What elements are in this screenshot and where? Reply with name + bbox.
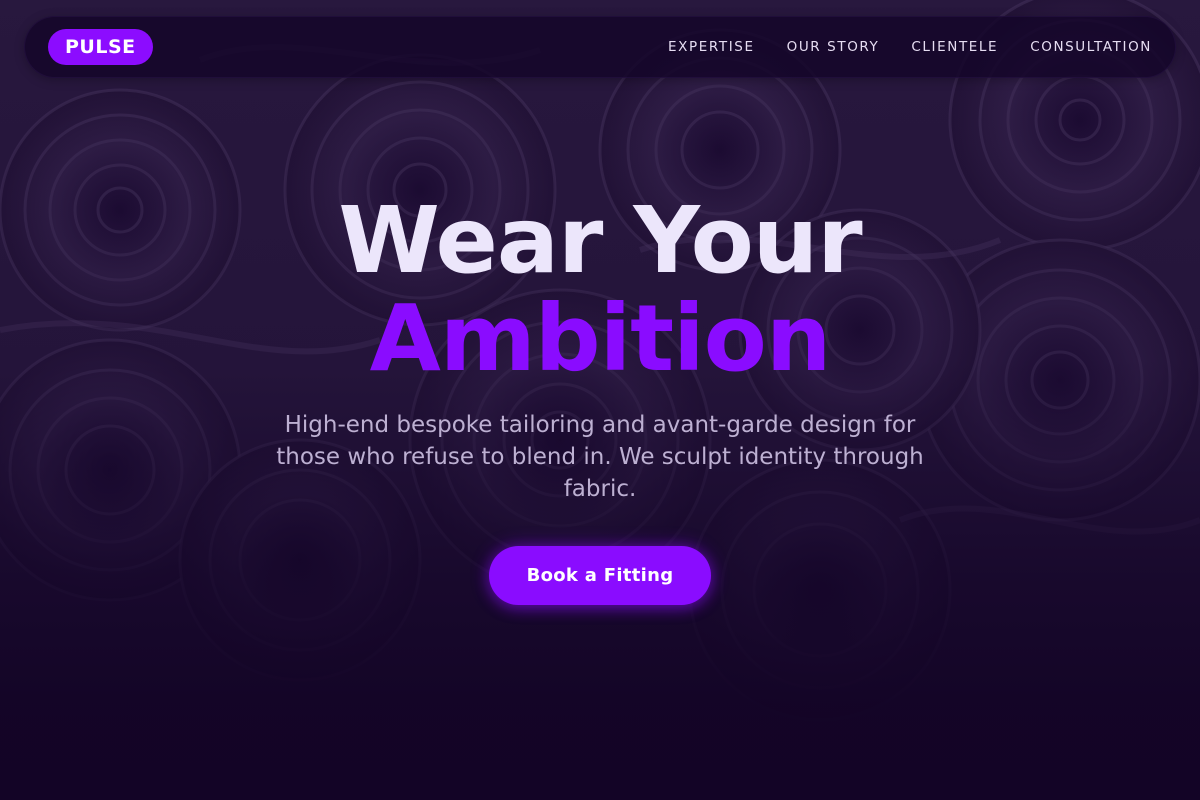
nav-link-our-story[interactable]: OUR STORY — [787, 39, 880, 55]
nav-links: EXPERTISE OUR STORY CLIENTELE CONSULTATI… — [636, 39, 1152, 55]
hero-headline-line-2: Ambition — [369, 285, 832, 392]
hero-background-image — [0, 0, 1200, 800]
landing-page: PULSE EXPERTISE OUR STORY CLIENTELE CONS… — [0, 0, 1200, 800]
hero-headline-line-1: Wear Your — [338, 187, 862, 294]
nav-link-consultation[interactable]: CONSULTATION — [1030, 39, 1152, 55]
top-navigation-bar: PULSE EXPERTISE OUR STORY CLIENTELE CONS… — [24, 16, 1176, 78]
brand-logo[interactable]: PULSE — [48, 29, 153, 65]
nav-link-expertise[interactable]: EXPERTISE — [668, 39, 755, 55]
book-fitting-button[interactable]: Book a Fitting — [489, 546, 711, 605]
nav-link-clientele[interactable]: CLIENTELE — [911, 39, 998, 55]
hero-overlay-gradient — [0, 0, 1200, 800]
hero-subtitle: High-end bespoke tailoring and avant-gar… — [276, 412, 924, 502]
